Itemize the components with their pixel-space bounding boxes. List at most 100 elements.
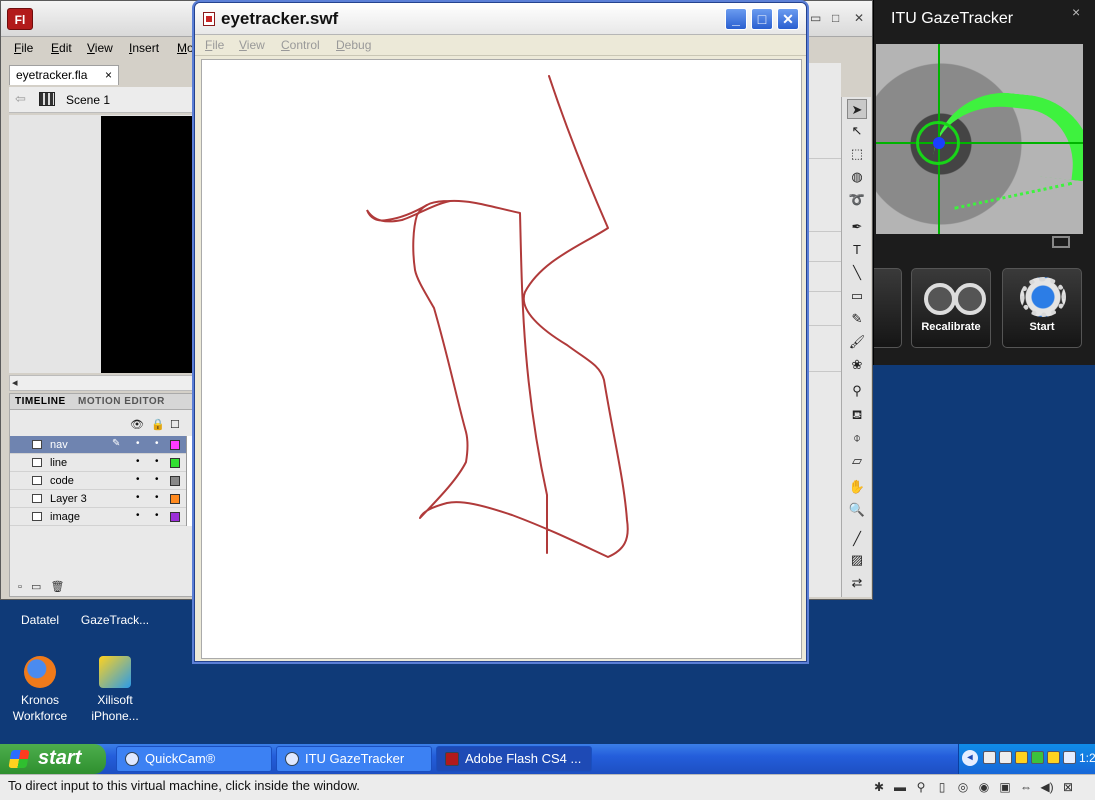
layer-color-swatch[interactable] xyxy=(170,494,180,504)
lock-dot[interactable]: • xyxy=(155,492,159,503)
usb-device-icon[interactable]: ▯ xyxy=(935,780,949,794)
tab-motion-editor[interactable]: MOTION EDITOR xyxy=(78,396,165,407)
swf-stage-canvas[interactable] xyxy=(201,59,802,659)
tray-app-icon[interactable] xyxy=(983,751,996,764)
lock-dot[interactable]: • xyxy=(155,456,159,467)
cd-icon[interactable]: ◉ xyxy=(977,780,991,794)
close-button[interactable]: ✕ xyxy=(777,8,799,30)
swf-menu-debug[interactable]: Debug xyxy=(336,38,371,52)
vm-settings-icon[interactable]: ⊠ xyxy=(1061,780,1075,794)
visibility-dot[interactable]: • xyxy=(136,474,140,485)
tray-network-icon[interactable] xyxy=(999,751,1012,764)
maximize-icon[interactable]: □ xyxy=(832,11,839,25)
maximize-button[interactable]: □ xyxy=(751,8,773,30)
document-tab[interactable]: eyetracker.fla × xyxy=(9,65,119,85)
hdd-icon[interactable]: ▬ xyxy=(893,780,907,794)
layer-row[interactable]: code • • xyxy=(10,472,188,490)
free-transform-tool-icon[interactable]: ⬚ xyxy=(847,144,867,164)
swf-menu-file[interactable]: File xyxy=(205,38,224,52)
lock-icon[interactable]: 🔒 xyxy=(151,418,165,431)
layer-row[interactable]: nav ✎ • • xyxy=(10,436,188,454)
visibility-dot[interactable]: • xyxy=(136,510,140,521)
swf-menu-view[interactable]: View xyxy=(239,38,265,52)
fill-color-icon[interactable]: ▨ xyxy=(847,550,867,570)
start-button[interactable]: Start xyxy=(1002,268,1082,348)
menu-file[interactable]: File xyxy=(14,41,33,55)
minimize-icon[interactable]: ▭ xyxy=(810,11,821,25)
new-folder-icon[interactable]: ▭ xyxy=(31,581,41,593)
outline-icon[interactable]: ☐ xyxy=(170,418,180,431)
tray-shield-icon[interactable] xyxy=(1031,751,1044,764)
sound-icon[interactable]: ◀) xyxy=(1040,780,1054,794)
swap-colors-icon[interactable]: ⇄ xyxy=(847,573,867,593)
text-tool-icon[interactable]: T xyxy=(847,240,867,260)
lock-dot[interactable]: • xyxy=(155,474,159,485)
line-tool-icon[interactable]: ╲ xyxy=(847,263,867,283)
bone-tool-icon[interactable]: ⚲ xyxy=(847,381,867,401)
desktop-icon-kronos[interactable]: Kronos Workforce xyxy=(0,656,80,724)
subselection-tool-icon[interactable]: ↖ xyxy=(847,121,867,141)
eye-icon[interactable]: 👁 xyxy=(130,418,144,431)
brush-tool-icon[interactable]: 🖌 xyxy=(847,332,867,352)
desktop-icon-gazetracker[interactable]: GazeTrack... xyxy=(75,596,155,628)
visibility-dot[interactable]: • xyxy=(136,456,140,467)
stage-canvas[interactable] xyxy=(101,116,195,373)
selection-tool-icon[interactable]: ➤ xyxy=(847,99,867,119)
lock-dot[interactable]: • xyxy=(155,438,159,449)
pencil-tool-icon[interactable]: ✎ xyxy=(847,309,867,329)
minimize-button[interactable]: _ xyxy=(725,8,747,30)
gazetracker-window[interactable]: ITU GazeTracker × Recalibrate Start xyxy=(873,0,1095,365)
layer-row[interactable]: Layer 3 • • xyxy=(10,490,188,508)
deco-tool-icon[interactable]: ❀ xyxy=(847,355,867,375)
tray-expand-icon[interactable]: ◂ xyxy=(962,750,978,766)
close-icon[interactable]: ✕ xyxy=(854,11,864,25)
swf-titlebar[interactable]: eyetracker.swf _ □ ✕ xyxy=(195,3,806,35)
tray-v-icon[interactable] xyxy=(1063,751,1076,764)
eraser-tool-icon[interactable]: ▱ xyxy=(847,451,867,471)
usb-icon[interactable]: ⚲ xyxy=(914,780,928,794)
tab-timeline[interactable]: TIMELINE xyxy=(15,396,66,407)
layer-color-swatch[interactable] xyxy=(170,458,180,468)
tray-antivirus-icon[interactable] xyxy=(1047,751,1060,764)
layer-row[interactable]: line • • xyxy=(10,454,188,472)
hand-tool-icon[interactable]: ✋ xyxy=(847,477,867,497)
menu-insert[interactable]: Insert xyxy=(129,41,159,55)
3d-rotation-tool-icon[interactable]: ◍ xyxy=(847,167,867,187)
taskbar-item-gazetracker[interactable]: ITU GazeTracker xyxy=(276,746,432,772)
recalibrate-button[interactable]: Recalibrate xyxy=(911,268,991,348)
layer-color-swatch[interactable] xyxy=(170,440,180,450)
rectangle-tool-icon[interactable]: ▭ xyxy=(847,286,867,306)
fullscreen-icon[interactable] xyxy=(1052,236,1070,248)
taskbar-item-flash[interactable]: Adobe Flash CS4 ... xyxy=(436,746,592,772)
eyedropper-tool-icon[interactable]: ⌽ xyxy=(847,428,867,448)
visibility-dot[interactable]: • xyxy=(136,438,140,449)
scroll-left-icon[interactable]: ◂ xyxy=(12,376,18,389)
lock-dot[interactable]: • xyxy=(155,510,159,521)
menu-view[interactable]: View xyxy=(87,41,113,55)
pen-tool-icon[interactable]: ✒ xyxy=(847,217,867,237)
network-adapter-icon[interactable]: ⇔ xyxy=(1019,780,1033,794)
trash-icon[interactable]: 🗑 xyxy=(50,581,64,593)
paint-bucket-tool-icon[interactable]: ⛾ xyxy=(847,405,867,425)
floppy-icon[interactable]: ▣ xyxy=(998,780,1012,794)
visibility-dot[interactable]: • xyxy=(136,492,140,503)
taskbar-item-quickcam[interactable]: QuickCam® xyxy=(116,746,272,772)
stroke-color-icon[interactable]: ╱ xyxy=(847,529,867,549)
desktop-icon-xilisoft[interactable]: Xilisoft iPhone... xyxy=(75,656,155,724)
webcam-device-icon[interactable]: ◎ xyxy=(956,780,970,794)
new-layer-icon[interactable]: ▫ xyxy=(18,581,22,593)
lasso-tool-icon[interactable]: ➰ xyxy=(847,190,867,210)
back-arrow-icon[interactable]: ⇦ xyxy=(15,91,26,107)
layer-color-swatch[interactable] xyxy=(170,476,180,486)
tray-security-icon[interactable] xyxy=(1015,751,1028,764)
layer-color-swatch[interactable] xyxy=(170,512,180,522)
start-menu-button[interactable]: start xyxy=(0,744,106,774)
desktop-icon-datatel[interactable]: Datatel xyxy=(0,596,80,628)
tab-close-icon[interactable]: × xyxy=(105,68,112,82)
zoom-tool-icon[interactable]: 🔍 xyxy=(847,500,867,520)
swf-player-window[interactable]: eyetracker.swf _ □ ✕ File View Control D… xyxy=(194,2,807,662)
swf-menu-control[interactable]: Control xyxy=(281,38,320,52)
previous-step-button[interactable] xyxy=(874,268,902,348)
gazetracker-close-icon[interactable]: × xyxy=(1072,4,1080,20)
menu-edit[interactable]: Edit xyxy=(51,41,72,55)
